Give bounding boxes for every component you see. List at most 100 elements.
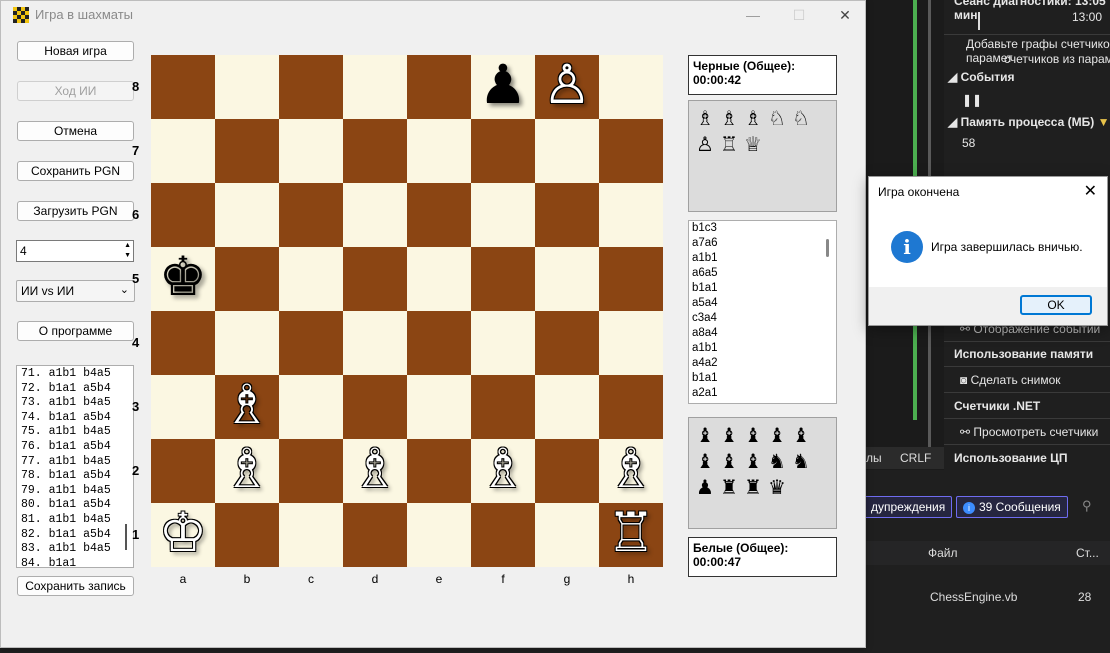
maximize-button[interactable]: ☐ bbox=[777, 3, 821, 27]
chess-piece-h1[interactable]: ♖ bbox=[599, 503, 663, 567]
list-item[interactable]: 82. b1a1 a5b4 bbox=[17, 528, 133, 543]
square-f3[interactable] bbox=[471, 375, 535, 439]
list-item[interactable]: 78. b1a1 a5b4 bbox=[17, 469, 133, 484]
depth-stepper[interactable]: 4 ▲ ▼ bbox=[16, 240, 134, 262]
chess-piece-a1[interactable]: ♔ bbox=[151, 503, 215, 567]
chess-piece-b2[interactable]: ♗ bbox=[215, 439, 279, 503]
square-c8[interactable] bbox=[279, 55, 343, 119]
list-item[interactable]: a4a2 bbox=[689, 356, 836, 371]
square-c1[interactable] bbox=[279, 503, 343, 567]
square-e4[interactable] bbox=[407, 311, 471, 375]
square-g3[interactable] bbox=[535, 375, 599, 439]
close-button[interactable]: ✕ bbox=[823, 3, 867, 27]
list-item[interactable]: 83. a1b1 b4a5 bbox=[17, 542, 133, 557]
list-item[interactable]: a6a5 bbox=[689, 266, 836, 281]
square-g6[interactable] bbox=[535, 183, 599, 247]
mode-select[interactable]: ИИ vs ИИ ⌄ bbox=[16, 280, 135, 302]
memory-header[interactable]: ◢ Память процесса (МБ) ▼ bbox=[948, 115, 1110, 129]
chess-piece-h2[interactable]: ♗ bbox=[599, 439, 663, 503]
title-bar[interactable]: Игра в шахматы — ☐ ✕ bbox=[1, 1, 865, 29]
square-c5[interactable] bbox=[279, 247, 343, 311]
ai-move-button[interactable]: Ход ИИ bbox=[17, 81, 134, 101]
ok-button[interactable]: OK bbox=[1020, 295, 1092, 315]
square-f7[interactable] bbox=[471, 119, 535, 183]
pause-icon[interactable]: ❚❚ bbox=[962, 93, 1110, 107]
square-g1[interactable] bbox=[535, 503, 599, 567]
square-h6[interactable] bbox=[599, 183, 663, 247]
snapshot-item[interactable]: ◙ Сделать снимок bbox=[960, 373, 1110, 387]
square-d6[interactable] bbox=[343, 183, 407, 247]
list-item[interactable]: 77. a1b1 b4a5 bbox=[17, 455, 133, 470]
list-item[interactable]: 80. b1a1 a5b4 bbox=[17, 498, 133, 513]
square-g7[interactable] bbox=[535, 119, 599, 183]
scrollbar-thumb[interactable] bbox=[826, 239, 829, 257]
chess-board[interactable]: ♟ ♙ ♚ ♗ ♗ ♗ ♗ ♗ ♔ ♖ bbox=[151, 55, 663, 567]
square-h3[interactable] bbox=[599, 375, 663, 439]
square-h5[interactable] bbox=[599, 247, 663, 311]
chess-piece-a5[interactable]: ♚ bbox=[151, 247, 215, 311]
list-item[interactable]: b1a1 bbox=[689, 371, 836, 386]
chevron-down-icon[interactable]: ▼ bbox=[124, 251, 131, 260]
square-d8[interactable] bbox=[343, 55, 407, 119]
list-item[interactable]: 79. a1b1 b4a5 bbox=[17, 484, 133, 499]
square-b6[interactable] bbox=[215, 183, 279, 247]
square-f4[interactable] bbox=[471, 311, 535, 375]
square-g2[interactable] bbox=[535, 439, 599, 503]
close-icon[interactable]: ✕ bbox=[1084, 181, 1097, 201]
square-b5[interactable] bbox=[215, 247, 279, 311]
list-item[interactable]: a5a4 bbox=[689, 296, 836, 311]
timeline-cursor[interactable] bbox=[978, 12, 980, 30]
save-record-button[interactable]: Сохранить запись bbox=[17, 576, 134, 596]
warnings-filter[interactable]: дупреждения bbox=[864, 496, 953, 518]
square-e6[interactable] bbox=[407, 183, 471, 247]
square-d1[interactable] bbox=[343, 503, 407, 567]
square-b4[interactable] bbox=[215, 311, 279, 375]
square-c4[interactable] bbox=[279, 311, 343, 375]
list-item[interactable]: a8a4 bbox=[689, 326, 836, 341]
messages-filter[interactable]: i 39 Сообщения bbox=[956, 496, 1068, 518]
chess-piece-d2[interactable]: ♗ bbox=[343, 439, 407, 503]
undo-button[interactable]: Отмена bbox=[17, 121, 134, 141]
chess-piece-b3[interactable]: ♗ bbox=[215, 375, 279, 439]
list-item[interactable]: 81. a1b1 b4a5 bbox=[17, 513, 133, 528]
square-g5[interactable] bbox=[535, 247, 599, 311]
square-g4[interactable] bbox=[535, 311, 599, 375]
engine-moves-list[interactable]: b1c3 a7a6 a1b1 a6a5 b1a1 a5a4 c3a4 a8a4 a1b1 a4a2… bbox=[688, 220, 837, 404]
load-pgn-button[interactable]: Загрузить PGN bbox=[17, 201, 134, 221]
list-item[interactable]: 84. b1a1 bbox=[17, 557, 133, 567]
error-list-row[interactable]: ChessEngine.vb 28 bbox=[866, 585, 1110, 609]
square-b7[interactable] bbox=[215, 119, 279, 183]
square-b1[interactable] bbox=[215, 503, 279, 567]
column-file[interactable]: Файл bbox=[928, 546, 958, 560]
square-c6[interactable] bbox=[279, 183, 343, 247]
list-item[interactable]: b1c3 bbox=[689, 221, 836, 236]
list-item[interactable]: 75. a1b1 b4a5 bbox=[17, 425, 133, 440]
move-history-list[interactable]: 71. a1b1 b4a5 72. b1a1 a5b4 73. a1b1 b4a5 7… bbox=[16, 365, 134, 568]
square-a2[interactable] bbox=[151, 439, 215, 503]
chess-piece-f2[interactable]: ♗ bbox=[471, 439, 535, 503]
chevron-up-icon[interactable]: ▲ bbox=[124, 241, 131, 250]
square-b8[interactable] bbox=[215, 55, 279, 119]
square-h8[interactable] bbox=[599, 55, 663, 119]
save-pgn-button[interactable]: Сохранить PGN bbox=[17, 161, 134, 181]
filter-icon[interactable]: ⚲ bbox=[1082, 498, 1092, 514]
scrollbar[interactable] bbox=[820, 221, 836, 403]
list-item[interactable]: 74. b1a1 a5b4 bbox=[17, 411, 133, 426]
square-f6[interactable] bbox=[471, 183, 535, 247]
chess-piece-f8[interactable]: ♟ bbox=[471, 55, 535, 119]
square-f1[interactable] bbox=[471, 503, 535, 567]
square-e5[interactable] bbox=[407, 247, 471, 311]
minimize-button[interactable]: — bbox=[731, 3, 775, 27]
square-h4[interactable] bbox=[599, 311, 663, 375]
list-item[interactable]: a1b1 bbox=[689, 251, 836, 266]
square-c7[interactable] bbox=[279, 119, 343, 183]
about-button[interactable]: О программе bbox=[17, 321, 134, 341]
square-e7[interactable] bbox=[407, 119, 471, 183]
list-item[interactable]: 73. a1b1 b4a5 bbox=[17, 396, 133, 411]
tab-crlf[interactable]: CRLF bbox=[900, 451, 931, 465]
list-item[interactable]: b1a1 bbox=[689, 281, 836, 296]
square-e8[interactable] bbox=[407, 55, 471, 119]
square-d7[interactable] bbox=[343, 119, 407, 183]
tab-lines[interactable]: лы bbox=[866, 451, 882, 465]
events-header[interactable]: ◢ События bbox=[948, 70, 1110, 84]
